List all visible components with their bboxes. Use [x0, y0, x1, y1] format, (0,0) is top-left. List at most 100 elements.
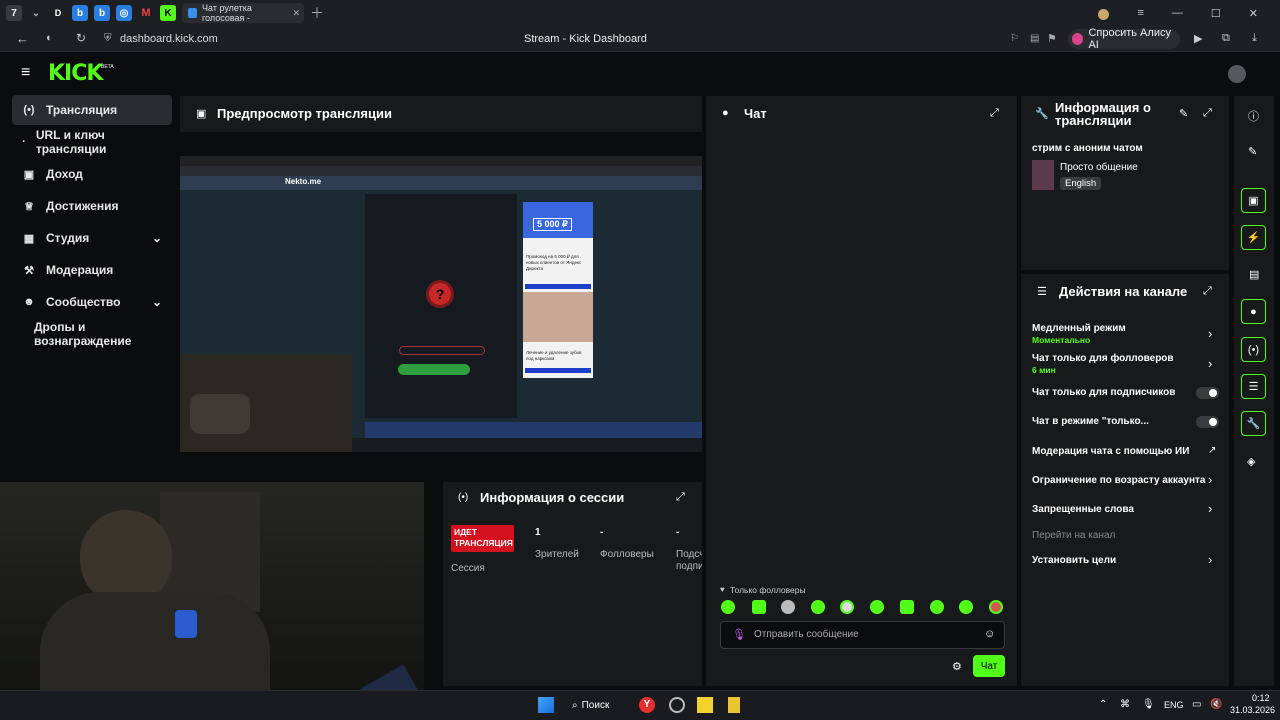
- collections-icon[interactable]: ⧉: [1222, 32, 1230, 45]
- profile-avatar[interactable]: [1098, 8, 1110, 20]
- hamburger-menu-icon[interactable]: ≡: [21, 64, 30, 82]
- subs-chat-toggle[interactable]: [1196, 387, 1219, 399]
- document-icon[interactable]: ▤: [1249, 268, 1259, 281]
- emote-4[interactable]: [811, 600, 825, 614]
- goto-channel-link[interactable]: Перейти на канал: [1032, 530, 1115, 541]
- chevron-down-icon[interactable]: ⌄: [28, 5, 44, 21]
- emote-9[interactable]: [959, 600, 973, 614]
- minimize-icon[interactable]: —: [1172, 7, 1183, 20]
- emote-7[interactable]: [900, 600, 914, 614]
- tab-favicon-blue-1[interactable]: b: [72, 5, 88, 21]
- emote-1[interactable]: [721, 600, 735, 614]
- info-icon[interactable]: ⓘ: [1248, 108, 1259, 124]
- windows-start-icon[interactable]: [538, 697, 554, 713]
- followers-chat-label[interactable]: Чат только для фолловеров: [1032, 353, 1174, 364]
- mode-chat-toggle[interactable]: [1196, 416, 1219, 428]
- sidebar-item-studio[interactable]: ▦ Студия ⌄: [12, 223, 172, 253]
- yandex-browser-icon[interactable]: Y: [639, 697, 655, 713]
- set-goals-label[interactable]: Установить цели: [1032, 555, 1116, 566]
- category-name[interactable]: Просто общение: [1060, 162, 1138, 173]
- maximize-icon[interactable]: ☐: [1211, 7, 1221, 20]
- active-tab[interactable]: Чат рулетка голосовая - ✕: [182, 3, 304, 23]
- taskbar-media-icon[interactable]: [697, 697, 713, 713]
- rail-actions-button[interactable]: ☰: [1241, 374, 1266, 399]
- chevron-right-icon[interactable]: ›: [1208, 552, 1212, 567]
- chat-settings-icon[interactable]: ⚙: [952, 660, 962, 673]
- network-icon[interactable]: ⌘: [1120, 699, 1130, 710]
- sidebar-item-achievements[interactable]: ♕ Достижения: [12, 191, 172, 221]
- microphone-icon[interactable]: 🎙: [732, 628, 746, 641]
- chevron-right-icon[interactable]: ›: [1208, 326, 1212, 341]
- tray-chevron-up-icon[interactable]: ⌃: [1099, 699, 1107, 710]
- shield-icon[interactable]: ◐: [46, 32, 53, 44]
- chevron-right-icon[interactable]: ›: [1208, 356, 1212, 371]
- language-indicator[interactable]: ENG: [1164, 700, 1184, 710]
- emote-2[interactable]: [752, 600, 766, 614]
- shapes-icon[interactable]: ◈: [1247, 455, 1255, 468]
- emoji-icon[interactable]: ☺: [984, 628, 995, 640]
- microphone-tray-icon[interactable]: 🎙: [1142, 699, 1155, 710]
- bookmark-icon[interactable]: ⚑: [1047, 32, 1057, 45]
- popout-icon[interactable]: ⤢: [1203, 285, 1212, 298]
- tab-counter-icon[interactable]: 7: [6, 5, 22, 21]
- sidebar-item-stream[interactable]: (•) Трансляция: [12, 95, 172, 125]
- screenshot-icon[interactable]: ▶: [1194, 32, 1202, 45]
- sidebar-item-income[interactable]: ▣ Доход: [12, 159, 172, 189]
- volume-icon[interactable]: 🔇: [1210, 699, 1222, 710]
- rail-preview-button[interactable]: ▣: [1241, 188, 1266, 213]
- external-link-icon[interactable]: ↗: [1208, 445, 1216, 456]
- tab-favicon-d[interactable]: D: [50, 5, 66, 21]
- back-arrow-icon[interactable]: ←: [16, 31, 29, 46]
- taskbar-search[interactable]: ⌕ Поиск: [572, 694, 622, 716]
- reload-icon[interactable]: ↻: [76, 31, 86, 45]
- reader-icon[interactable]: ▤: [1030, 33, 1039, 44]
- emote-8[interactable]: [930, 600, 944, 614]
- sidebar-item-moderation[interactable]: ⚒ Модерация: [12, 255, 172, 285]
- clock-date[interactable]: 31.03.2026: [1230, 705, 1275, 715]
- kick-tab-icon[interactable]: K: [160, 5, 176, 21]
- gmail-icon[interactable]: M: [138, 5, 154, 21]
- slow-mode-label[interactable]: Медленный режим: [1032, 323, 1126, 334]
- kick-logo[interactable]: KICK: [48, 61, 103, 86]
- taskbar-app-icon[interactable]: [669, 697, 685, 713]
- banned-words-label[interactable]: Запрещенные слова: [1032, 504, 1134, 515]
- user-avatar[interactable]: [1228, 65, 1246, 83]
- rail-wrench-button[interactable]: 🔧: [1241, 411, 1266, 436]
- tab-favicon-blue-3[interactable]: ◎: [116, 5, 132, 21]
- popout-icon[interactable]: ⤢: [676, 491, 685, 504]
- translate-icon[interactable]: ⚐: [1010, 33, 1019, 44]
- url-text[interactable]: dashboard.kick.com: [120, 33, 218, 45]
- stream-video[interactable]: Nekto.me ? 5 000 ₽ Промокод на 5 000 ₽ д…: [180, 156, 702, 452]
- emote-10[interactable]: [989, 600, 1003, 614]
- emote-5[interactable]: [840, 600, 854, 614]
- rail-broadcast-button[interactable]: (•): [1241, 337, 1266, 362]
- rail-chat-button[interactable]: ●: [1241, 299, 1266, 324]
- tab-favicon-blue-2[interactable]: b: [94, 5, 110, 21]
- close-window-icon[interactable]: ✕: [1249, 7, 1258, 20]
- popout-icon[interactable]: ⤢: [1203, 107, 1212, 120]
- chevron-right-icon[interactable]: ›: [1208, 472, 1212, 487]
- sidebar-item-stream-url-key[interactable]: · URL и ключ трансляции: [12, 127, 172, 157]
- ask-alice-button[interactable]: Спросить Алису AI: [1068, 27, 1180, 51]
- studio-icon: ▦: [23, 232, 35, 245]
- chat-input-box[interactable]: 🎙 Отправить сообщение ☺: [720, 621, 1005, 649]
- chat-send-button[interactable]: Чат: [973, 655, 1005, 677]
- chevron-right-icon[interactable]: ›: [1208, 501, 1212, 516]
- menu-icon[interactable]: ≡: [1137, 7, 1143, 20]
- rail-lightning-button[interactable]: ⚡: [1241, 225, 1266, 250]
- edit-icon[interactable]: ✎: [1248, 145, 1257, 158]
- sidebar-item-community[interactable]: ☻ Сообщество ⌄: [12, 287, 172, 317]
- download-icon[interactable]: ⤓: [1252, 32, 1257, 45]
- ai-moderation-label[interactable]: Модерация чата с помощью ИИ: [1032, 446, 1189, 457]
- new-tab-button[interactable]: ＋: [310, 3, 324, 23]
- emote-6[interactable]: [870, 600, 884, 614]
- age-limit-label[interactable]: Ограничение по возрасту аккаунта: [1032, 475, 1206, 486]
- monitor-icon[interactable]: ▭: [1192, 699, 1201, 710]
- close-tab-icon[interactable]: ✕: [292, 8, 300, 19]
- taskbar-obs-icon[interactable]: [728, 697, 740, 713]
- clock-time[interactable]: 0:12: [1252, 693, 1270, 703]
- emote-3[interactable]: [781, 600, 795, 614]
- edit-icon[interactable]: ✎: [1179, 107, 1188, 120]
- sidebar-item-drops[interactable]: Дропы и вознаграждение: [12, 319, 172, 349]
- popout-icon[interactable]: ⤢: [990, 107, 999, 120]
